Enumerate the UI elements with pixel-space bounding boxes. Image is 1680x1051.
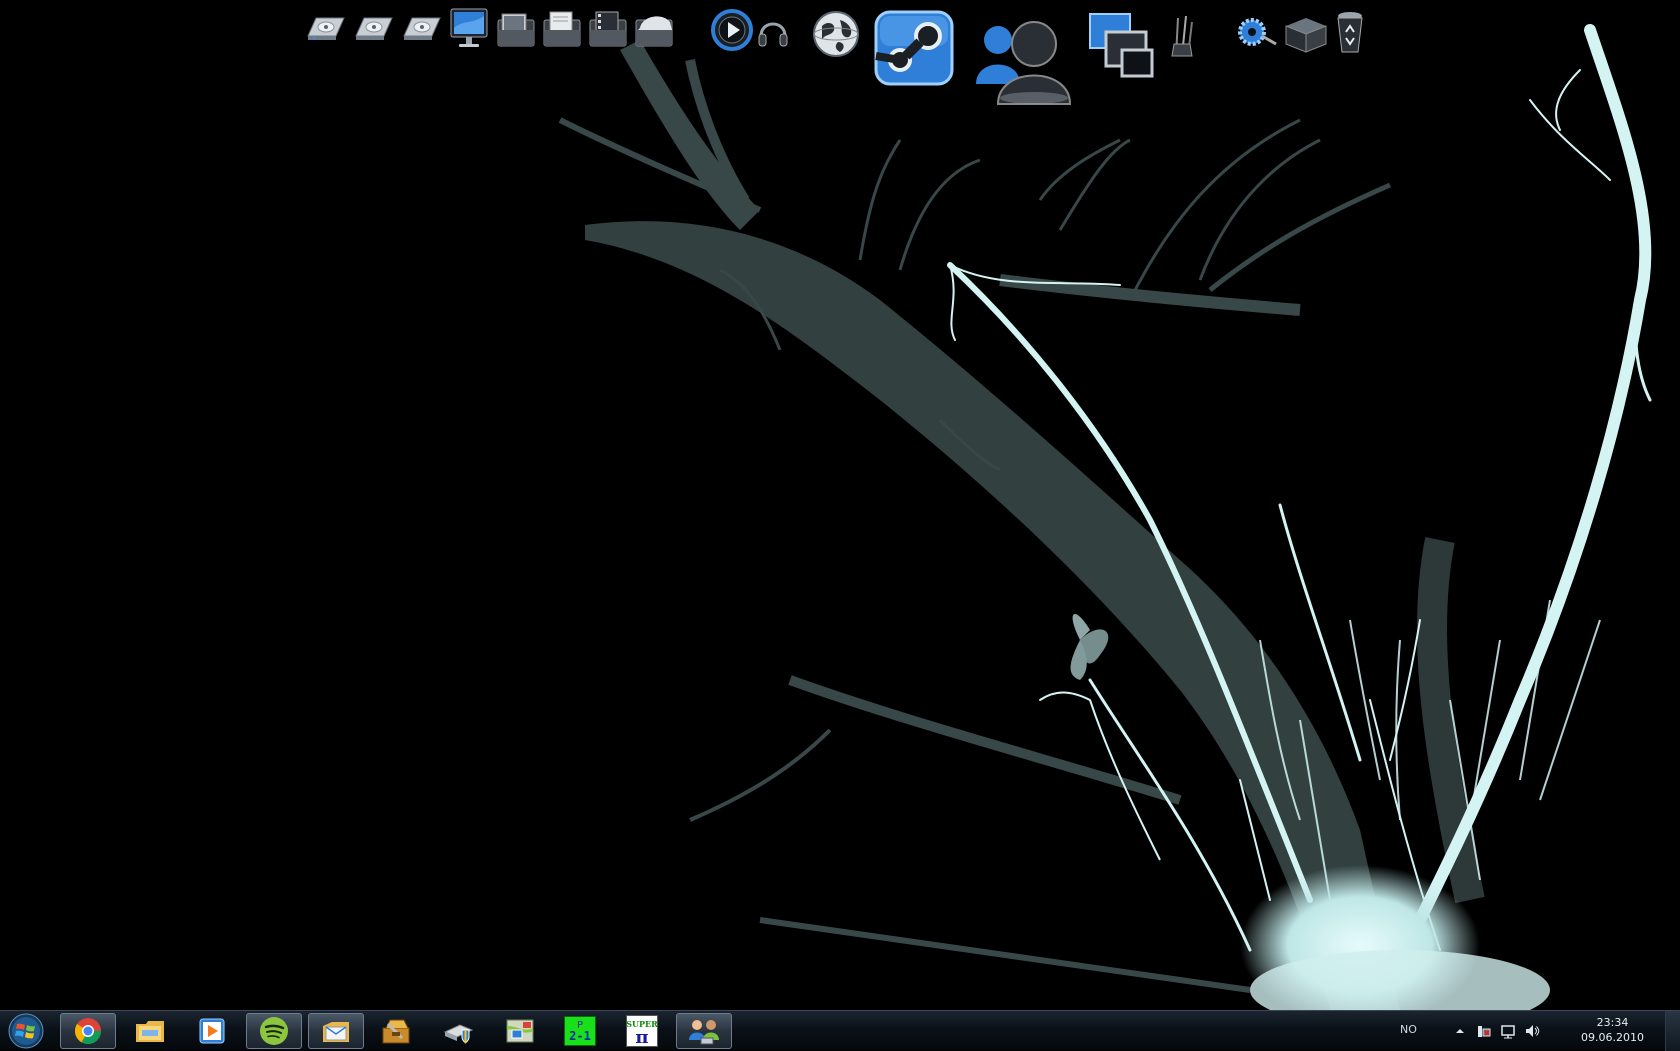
recycle-bin-icon[interactable] [1332,8,1368,56]
taskbar-button-users-network[interactable] [676,1013,732,1049]
taskbar-button-explorer[interactable] [122,1013,178,1049]
chrome-icon [74,1018,102,1045]
steam-icon[interactable] [870,6,958,92]
show-desktop-button[interactable] [1665,1011,1680,1051]
superpi-label-bottom: π [635,1027,649,1048]
computer-monitor-icon[interactable] [448,6,490,52]
p21-label-bottom: 2-1 [569,1029,591,1043]
taskbar-button-superpi[interactable]: SUPER π [614,1013,670,1049]
taskbar-button-network-map[interactable] [492,1013,548,1049]
globe-icon[interactable] [810,8,862,60]
documents-folder-icon[interactable] [540,8,584,52]
show-hidden-icons-icon[interactable] [1452,1023,1468,1039]
media-player-icon[interactable] [710,8,754,52]
network-error-icon[interactable] [1476,1023,1492,1039]
superpi-app-icon: SUPER π [626,1015,658,1047]
users-network-icon [689,1020,719,1045]
clock-time: 23:34 [1596,1016,1629,1029]
p21-app-icon: P 2-1 [564,1016,596,1046]
taskbar-button-security[interactable] [430,1013,486,1049]
network-map-icon [506,1019,534,1043]
headphones-icon[interactable] [756,14,790,50]
spotify-icon [260,1017,288,1045]
taskbar-button-p21[interactable]: P 2-1 [552,1013,608,1049]
volume-icon[interactable] [1524,1023,1540,1039]
box-icon[interactable] [1282,14,1328,54]
desktop-wallpaper [558,24,1652,1010]
desktop-dock [300,4,1380,110]
system-tray: NO 23:34 09.06.2010 [1380,1011,1680,1051]
taskbar: P 2-1 SUPER π NO 23:34 09.06.2010 [0,1010,1680,1051]
messenger-icon[interactable] [968,14,1074,110]
explorer-folder-icon [136,1021,164,1042]
action-center-flag-icon[interactable] [1500,1023,1516,1039]
clock[interactable]: 23:34 09.06.2010 [1581,1015,1644,1045]
taskbar-button-toolbox[interactable] [368,1013,424,1049]
settings-gear-icon[interactable] [1232,16,1278,48]
tool-box-icon [382,1019,410,1044]
paint-brushes-icon[interactable] [1166,12,1196,58]
hard-drive-2-icon[interactable] [352,12,396,48]
taskbar-button-spotify[interactable] [246,1013,302,1049]
windows-monitor-icon[interactable] [1086,10,1156,80]
windows-logo-icon [8,1013,44,1049]
downloads-folder-icon[interactable] [632,8,676,52]
clock-date: 09.06.2010 [1581,1031,1644,1044]
language-indicator[interactable]: NO [1400,1023,1417,1036]
security-shield-icon [443,1024,474,1044]
media-play-icon [199,1018,225,1044]
videos-folder-icon[interactable] [586,8,630,52]
mail-icon [323,1022,349,1042]
pictures-folder-icon[interactable] [494,8,538,52]
hard-drive-1-icon[interactable] [304,12,348,48]
hard-drive-3-icon[interactable] [400,12,444,48]
taskbar-button-mail[interactable] [308,1013,364,1049]
taskbar-button-media[interactable] [184,1013,240,1049]
start-button[interactable] [2,1012,50,1050]
taskbar-button-chrome[interactable] [60,1013,116,1049]
